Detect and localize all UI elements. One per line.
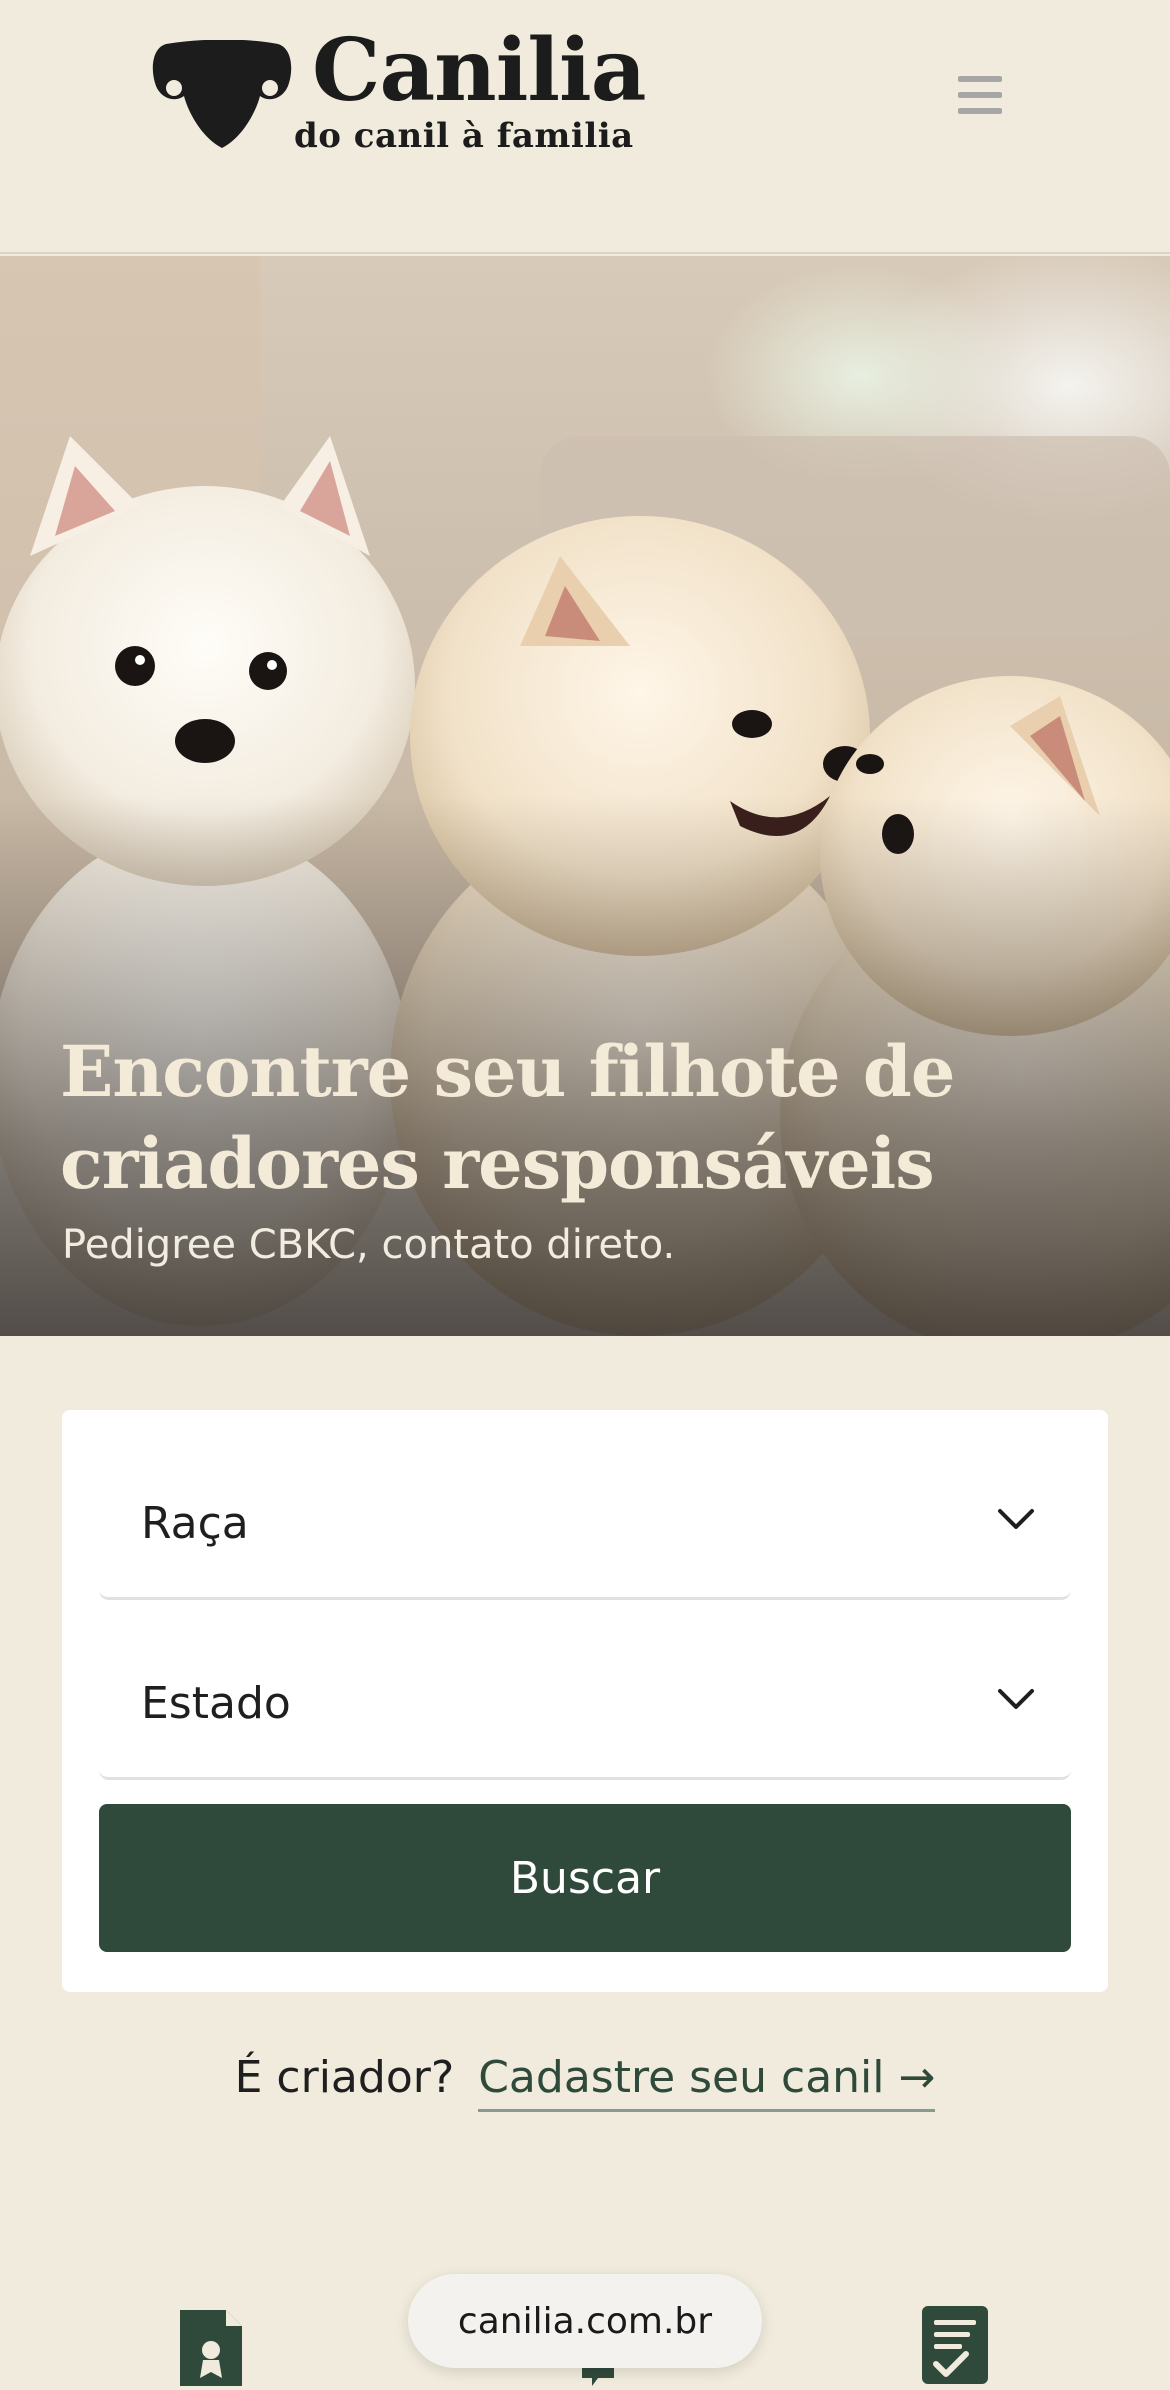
certificate-icon[interactable] bbox=[176, 2306, 246, 2390]
brand-name: Canilia bbox=[312, 20, 646, 121]
chevron-down-icon bbox=[998, 1689, 1034, 1709]
hero-banner: Encontre seu filhote de criadores respon… bbox=[0, 256, 1170, 1336]
hero-subtitle: Pedigree CBKC, contato direto. bbox=[62, 1222, 676, 1268]
search-button[interactable]: Buscar bbox=[99, 1804, 1071, 1952]
site-header: Canilia do canil à familia bbox=[0, 0, 1170, 254]
search-card: Raça Estado Buscar bbox=[62, 1410, 1108, 1992]
brand-logo[interactable]: Canilia do canil à familia bbox=[152, 28, 646, 159]
browser-url-pill[interactable]: canilia.com.br bbox=[408, 2274, 762, 2368]
hero-title: Encontre seu filhote de criadores respon… bbox=[60, 1030, 955, 1205]
checklist-icon[interactable] bbox=[920, 2304, 990, 2386]
hamburger-menu-icon[interactable] bbox=[955, 76, 1005, 122]
breeder-cta: É criador? Cadastre seu canil → bbox=[0, 2052, 1170, 2112]
breeder-question: É criador? bbox=[234, 2052, 455, 2103]
brand-tagline: do canil à familia bbox=[294, 116, 634, 156]
breed-select[interactable]: Raça bbox=[99, 1440, 1071, 1600]
chevron-down-icon bbox=[998, 1509, 1034, 1529]
state-select-value: Estado bbox=[141, 1678, 291, 1729]
register-kennel-link[interactable]: Cadastre seu canil → bbox=[478, 2052, 936, 2112]
breed-select-value: Raça bbox=[141, 1498, 249, 1549]
dog-nose-logo-icon bbox=[152, 40, 292, 148]
state-select[interactable]: Estado bbox=[99, 1620, 1071, 1780]
